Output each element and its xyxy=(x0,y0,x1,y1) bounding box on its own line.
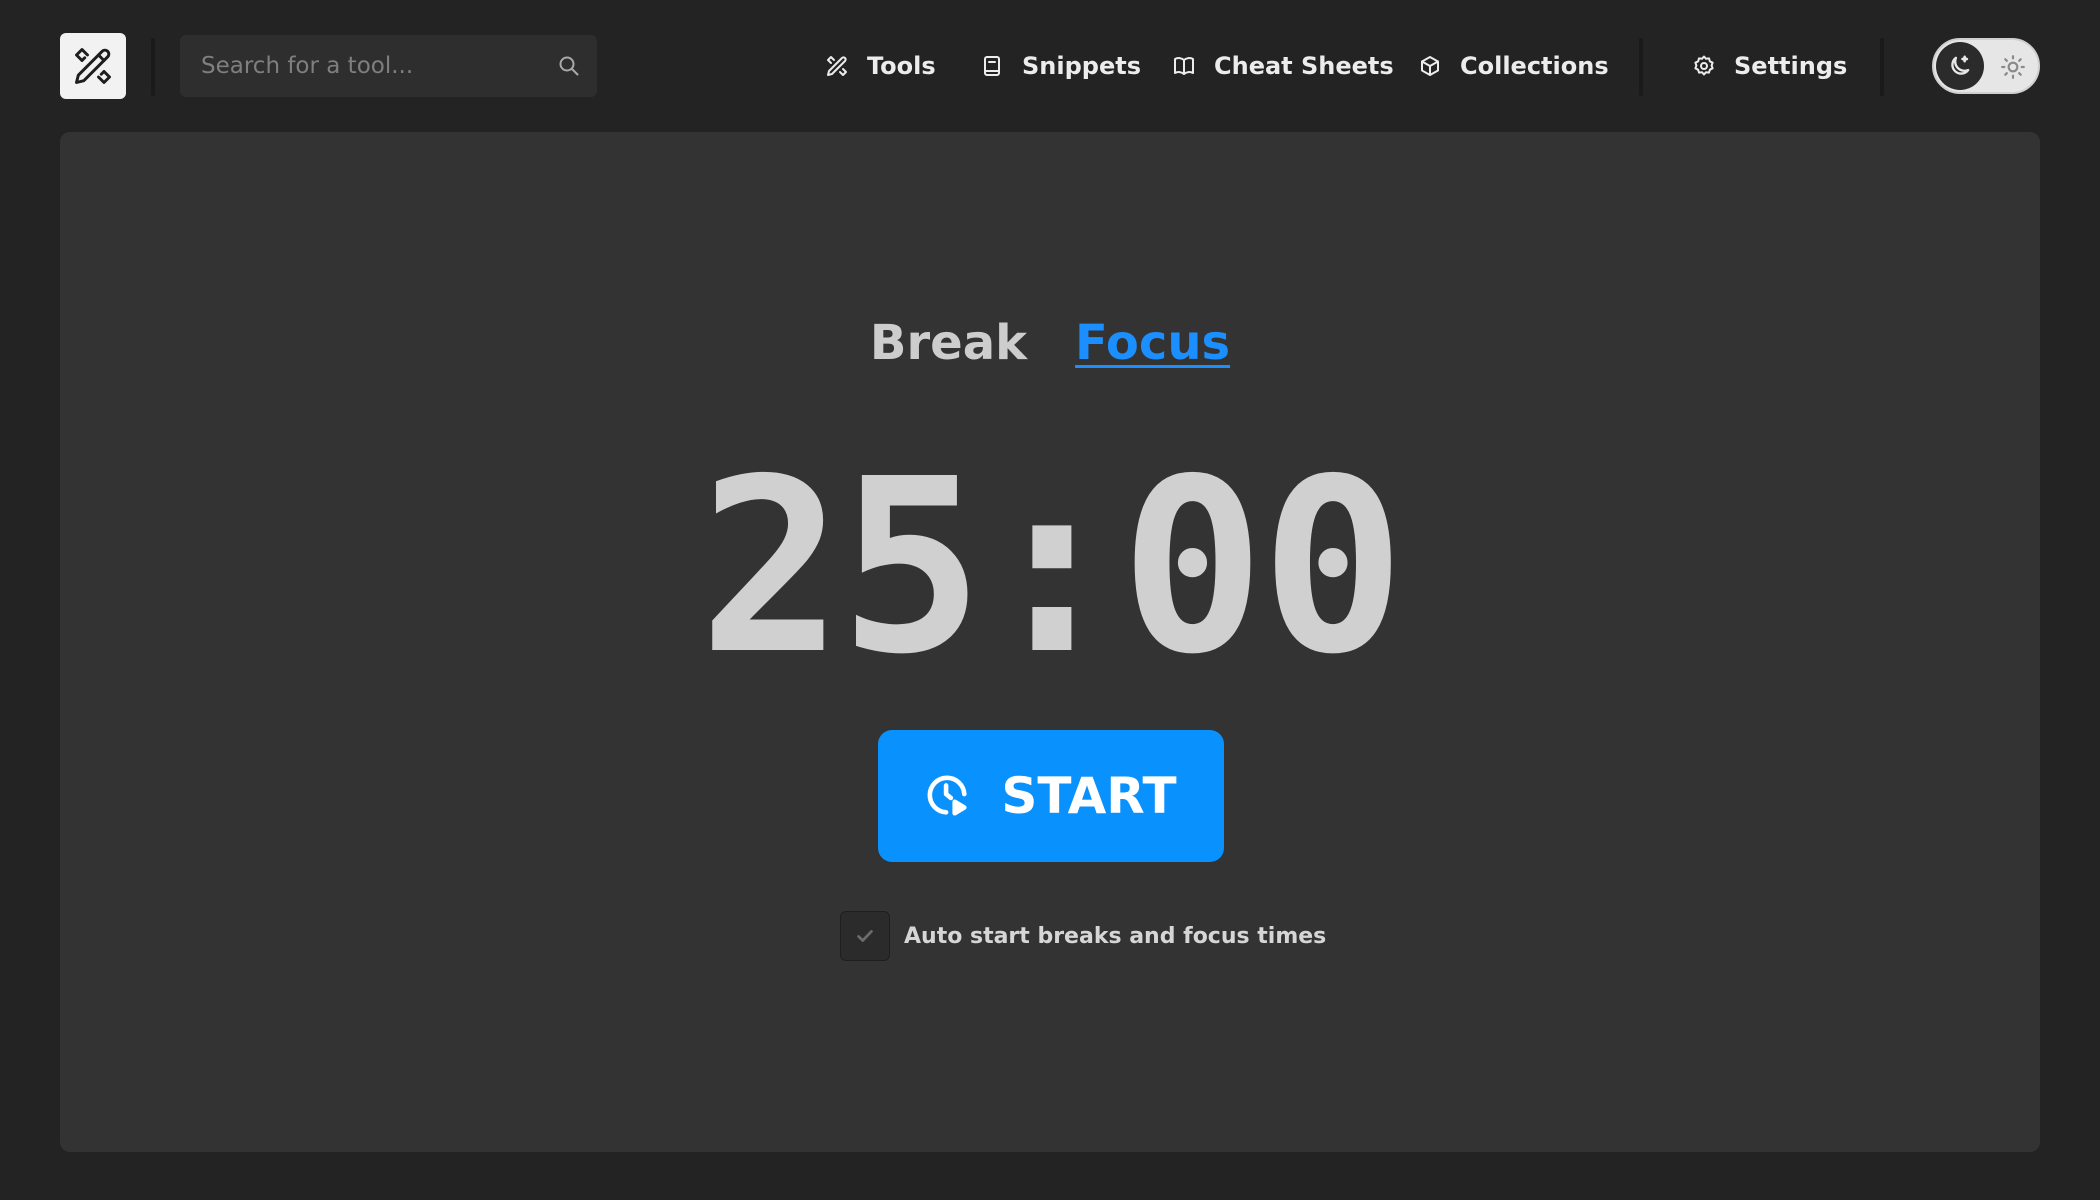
book-icon xyxy=(1174,57,1194,75)
nav-snippets[interactable]: Snippets xyxy=(980,40,1141,92)
tab-break[interactable]: Break xyxy=(870,315,1027,371)
app-logo[interactable] xyxy=(60,33,126,99)
mode-tabs: Break Focus xyxy=(60,315,2040,371)
tab-focus[interactable]: Focus xyxy=(1075,315,1230,371)
nav-collections[interactable]: Collections xyxy=(1418,40,1609,92)
snippet-icon xyxy=(984,56,1000,76)
nav-tools[interactable]: Tools xyxy=(825,40,936,92)
search-box xyxy=(180,35,597,97)
auto-start-row: Auto start breaks and focus times xyxy=(840,910,1326,962)
nav-cheat-sheets[interactable]: Cheat Sheets xyxy=(1172,40,1394,92)
search-icon[interactable] xyxy=(557,54,581,78)
clock-play-icon xyxy=(927,775,967,816)
nav-settings-label: Settings xyxy=(1734,52,1848,80)
pomodoro-panel: Break Focus 25:00 START Auto start break… xyxy=(60,132,2040,1152)
tools-icon xyxy=(827,56,847,76)
sun-icon xyxy=(2001,55,2025,79)
toggle-knob xyxy=(1936,42,1984,90)
nav-snippets-label: Snippets xyxy=(1022,52,1141,80)
nav-tools-label: Tools xyxy=(867,52,936,80)
tools-logo-icon xyxy=(75,48,111,84)
header-divider xyxy=(1639,38,1643,96)
search-input[interactable] xyxy=(180,35,540,97)
start-label: START xyxy=(1001,767,1177,825)
nav-settings[interactable]: Settings xyxy=(1692,40,1847,92)
header-divider xyxy=(151,38,155,96)
top-bar: Tools Snippets Cheat Sheets Collections … xyxy=(0,0,2100,132)
nav-cheat-sheets-label: Cheat Sheets xyxy=(1214,52,1394,80)
header-divider xyxy=(1880,38,1884,96)
theme-toggle[interactable] xyxy=(1932,38,2040,94)
cube-icon xyxy=(1421,56,1439,76)
timer-display: 25:00 xyxy=(698,427,1405,707)
auto-start-checkbox[interactable] xyxy=(840,911,890,961)
moon-icon xyxy=(1951,55,1970,75)
check-icon xyxy=(857,930,873,942)
nav-collections-label: Collections xyxy=(1460,52,1609,80)
auto-start-label[interactable]: Auto start breaks and focus times xyxy=(904,924,1326,949)
start-button[interactable]: START xyxy=(878,730,1224,862)
gear-icon xyxy=(1694,55,1714,76)
